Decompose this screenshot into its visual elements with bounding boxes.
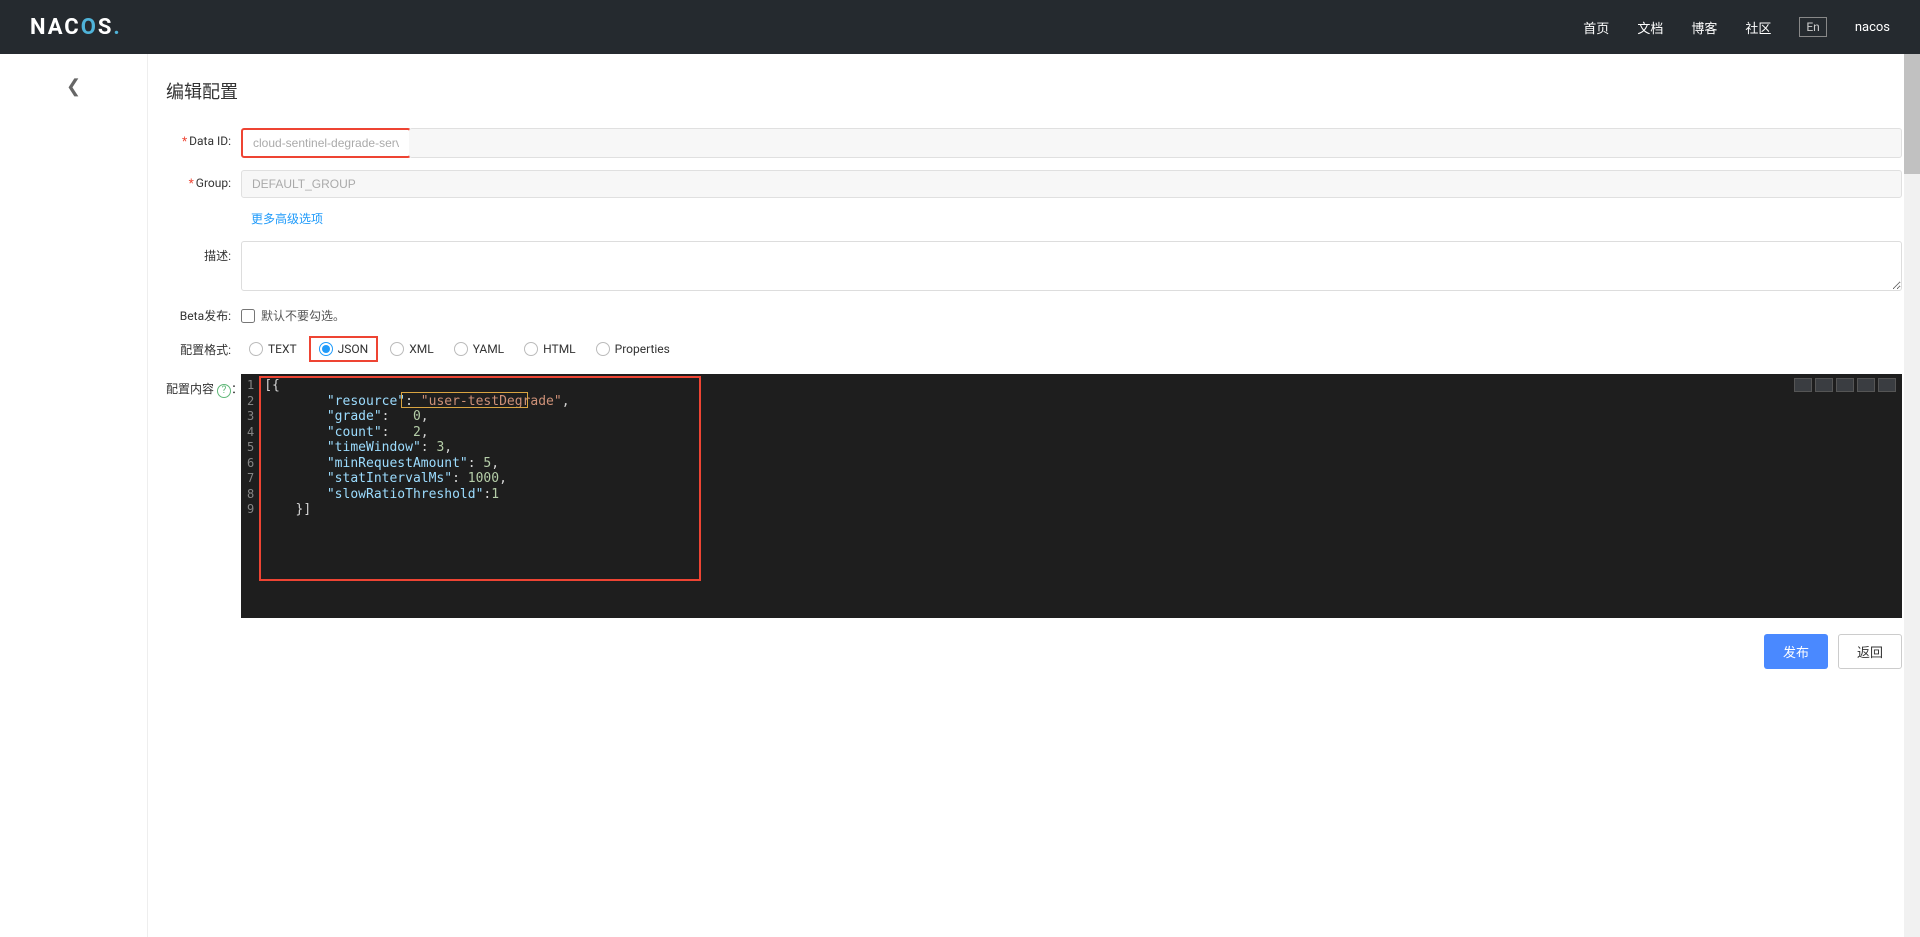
- editor-toolbar: [1794, 378, 1896, 392]
- beta-hint: 默认不要勾选。: [261, 307, 345, 324]
- app-header: NACOS. 首页 文档 博客 社区 En nacos: [0, 0, 1920, 54]
- editor-tool-3[interactable]: [1836, 378, 1854, 392]
- sidebar-collapse-icon[interactable]: ❮: [66, 76, 81, 97]
- sidebar: ❮: [0, 54, 148, 937]
- scrollbar[interactable]: [1904, 54, 1920, 937]
- publish-button[interactable]: 发布: [1764, 634, 1828, 669]
- checkbox-beta[interactable]: [241, 309, 255, 323]
- scrollbar-thumb[interactable]: [1904, 54, 1920, 174]
- nav-blog[interactable]: 博客: [1691, 18, 1717, 37]
- content-area: 编辑配置 *Data ID: *Group: 更多高级选项 描述: Beta发布…: [148, 54, 1920, 937]
- nav-community[interactable]: 社区: [1745, 18, 1771, 37]
- radio-xml[interactable]: XML: [382, 338, 441, 360]
- top-nav: 首页 文档 博客 社区 En nacos: [1583, 17, 1890, 37]
- radio-yaml[interactable]: YAML: [446, 338, 512, 360]
- input-data-id: [241, 128, 411, 158]
- code-editor[interactable]: 1 2 3 4 5 6 7 8 9 [{ "resource": "user-t…: [241, 374, 1902, 618]
- radio-json[interactable]: JSON: [309, 336, 379, 362]
- page-title: 编辑配置: [166, 78, 1902, 104]
- radio-properties[interactable]: Properties: [588, 338, 678, 360]
- label-desc: 描述:: [166, 241, 241, 264]
- back-button[interactable]: 返回: [1838, 634, 1902, 669]
- logo: NACOS.: [30, 15, 122, 40]
- nav-user[interactable]: nacos: [1855, 20, 1890, 35]
- label-group: *Group:: [166, 170, 241, 190]
- label-data-id: *Data ID:: [166, 128, 241, 148]
- input-data-id-ext: [409, 128, 1902, 158]
- input-description[interactable]: [241, 241, 1902, 291]
- radio-html[interactable]: HTML: [516, 338, 584, 360]
- radio-text[interactable]: TEXT: [241, 338, 305, 360]
- editor-tool-5[interactable]: [1878, 378, 1896, 392]
- editor-tool-2[interactable]: [1815, 378, 1833, 392]
- editor-gutter: 1 2 3 4 5 6 7 8 9: [241, 374, 264, 618]
- editor-code[interactable]: [{ "resource": "user-testDegrade", "grad…: [264, 374, 1902, 618]
- more-options-link[interactable]: 更多高级选项: [251, 210, 323, 227]
- nav-docs[interactable]: 文档: [1637, 18, 1663, 37]
- label-format: 配置格式:: [166, 341, 241, 358]
- lang-switch[interactable]: En: [1799, 17, 1826, 37]
- nav-home[interactable]: 首页: [1583, 18, 1609, 37]
- editor-tool-1[interactable]: [1794, 378, 1812, 392]
- help-icon[interactable]: ?: [217, 384, 231, 398]
- input-group: [241, 170, 1902, 198]
- label-beta: Beta发布:: [166, 307, 241, 324]
- label-content: 配置内容?：: [166, 374, 241, 398]
- editor-tool-4[interactable]: [1857, 378, 1875, 392]
